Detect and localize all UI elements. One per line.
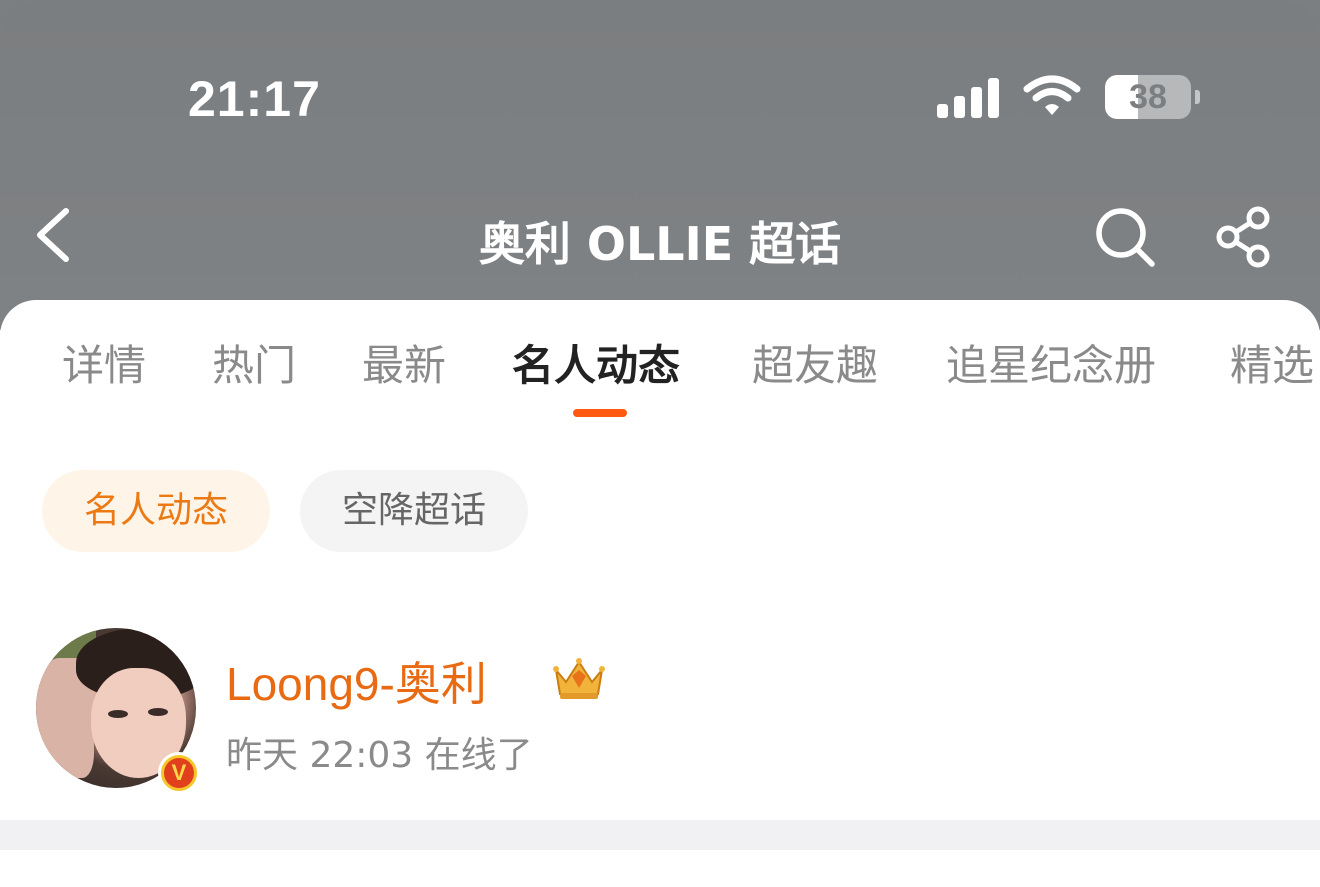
tab-hot[interactable]: 热门	[212, 338, 296, 394]
status-time: 21:17	[188, 71, 321, 127]
verified-letter: V	[164, 758, 194, 788]
crown-icon	[553, 658, 605, 699]
tab-fan-album[interactable]: 追星纪念册	[946, 338, 1156, 394]
tab-details[interactable]: 详情	[62, 338, 146, 394]
wifi-icon	[1023, 75, 1081, 115]
header-background	[0, 0, 1320, 330]
search-icon[interactable]	[1092, 204, 1158, 270]
section-divider	[0, 820, 1320, 850]
tab-bar: 详情 热门 最新 名人动态 超友趣 追星纪念册 精选	[0, 338, 1320, 398]
verified-v-icon: V	[158, 752, 200, 794]
battery-icon: 38	[1105, 75, 1191, 119]
avatar-eye-right	[148, 708, 168, 716]
signal-icon	[937, 76, 999, 118]
battery-level: 38	[1129, 77, 1167, 116]
celebrity-user-row[interactable]: V Loong9-奥利 昨天 22:03 在线了	[36, 628, 1296, 798]
tab-featured[interactable]: 精选	[1230, 338, 1314, 394]
status-icons: 38	[937, 72, 1200, 122]
username[interactable]: Loong9-奥利	[226, 648, 487, 714]
tab-super-friends[interactable]: 超友趣	[752, 338, 878, 394]
header-panel	[0, 0, 1320, 330]
filter-chip-airdrop[interactable]: 空降超话	[300, 470, 528, 552]
online-status: 昨天 22:03 在线了	[226, 735, 533, 776]
active-tab-indicator	[573, 409, 627, 417]
avatar-eye-left	[108, 710, 128, 718]
share-icon[interactable]	[1212, 204, 1278, 270]
tab-latest[interactable]: 最新	[362, 338, 446, 394]
tab-celebrity-updates[interactable]: 名人动态	[512, 338, 680, 394]
app-frame: 21:17 38 奥利 OLLIE 超话 详情 热门 最新 名人动态 超友趣 追…	[0, 0, 1320, 887]
battery-tip	[1195, 90, 1200, 104]
battery-group: 38	[1105, 75, 1200, 119]
filter-chip-celebrity-updates[interactable]: 名人动态	[42, 470, 270, 552]
